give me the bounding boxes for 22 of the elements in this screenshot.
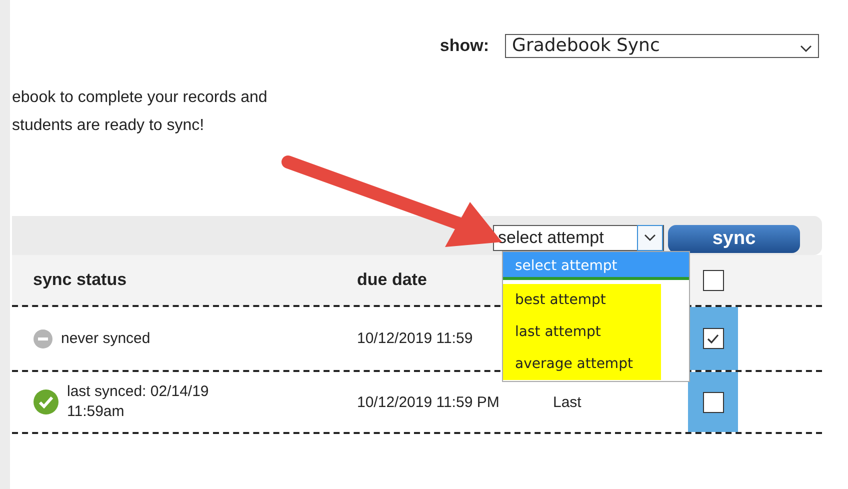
checkbox[interactable] (702, 270, 724, 290)
attempt-select[interactable]: select attempt (493, 224, 664, 250)
dropdown-option[interactable]: average attempt (503, 348, 661, 380)
column-header: due date (357, 270, 427, 290)
checkbox[interactable] (702, 328, 724, 349)
column-header: sync status (33, 270, 127, 290)
due-date: 10/12/2019 11:59 PM (357, 394, 500, 410)
show-label: show: (440, 36, 489, 56)
chevron-icon (800, 45, 812, 53)
intro-text: ebook to complete your records and (12, 88, 268, 108)
show-select[interactable]: Gradebook Sync (505, 34, 819, 58)
sync-status: last synced: 02/14/19 11:59am (67, 382, 210, 422)
attempt-text: Last (553, 394, 582, 410)
checkbox[interactable] (702, 392, 724, 412)
dropdown-option[interactable]: best attempt (503, 284, 661, 316)
sync-button[interactable]: sync (668, 224, 800, 252)
sync-status: never synced (61, 328, 152, 348)
dropdown-option[interactable]: last attempt (503, 316, 661, 348)
intro-text: students are ready to sync! (12, 116, 204, 136)
due-date: 10/12/2019 11:59 (357, 330, 473, 347)
not-synced-icon (33, 328, 53, 348)
check-circle-icon (33, 389, 59, 415)
